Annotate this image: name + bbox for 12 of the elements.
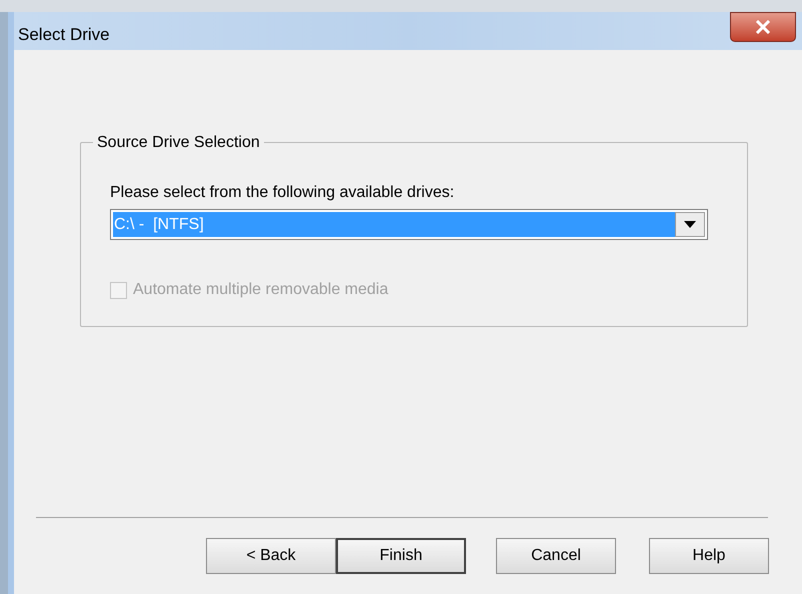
dropdown-value: C:\ - [NTFS] bbox=[113, 212, 675, 237]
drives-label: Please select from the following available drives: bbox=[110, 183, 456, 203]
dialog-button[interactable]: Finish bbox=[336, 538, 466, 574]
dialog-button[interactable]: Cancel bbox=[496, 538, 616, 574]
dialog-button[interactable]: < Back bbox=[206, 538, 336, 574]
window-title: Select Drive bbox=[18, 24, 110, 46]
dropdown-arrow-button[interactable] bbox=[675, 212, 705, 237]
dialog-button[interactable]: Help bbox=[649, 538, 769, 574]
caret-icon bbox=[684, 221, 696, 228]
close-button[interactable] bbox=[730, 12, 796, 42]
checkbox-label: Automate multiple removable media bbox=[133, 280, 388, 300]
close-icon bbox=[755, 20, 771, 34]
